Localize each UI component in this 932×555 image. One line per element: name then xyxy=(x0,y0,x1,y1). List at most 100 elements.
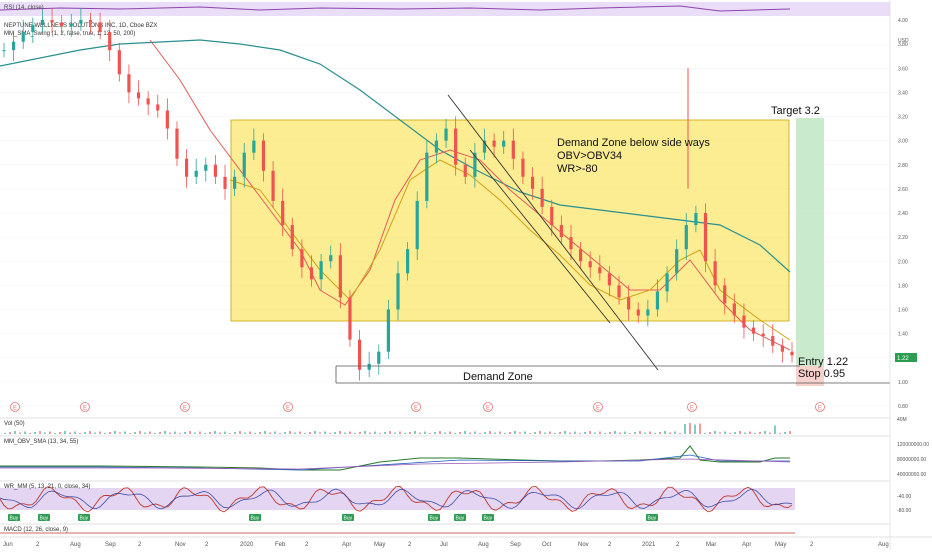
volume-bar xyxy=(499,431,501,434)
volume-bar xyxy=(204,433,206,434)
volume-bar xyxy=(659,432,661,434)
volume-bar xyxy=(464,431,466,434)
price-tick-label: 2.00 xyxy=(898,259,908,265)
volume-bar xyxy=(209,432,211,434)
candle-body xyxy=(521,158,525,177)
candle-body xyxy=(550,206,554,226)
candle-body xyxy=(646,309,650,316)
volume-bar xyxy=(229,433,231,434)
candle-body xyxy=(588,261,592,268)
volume-bar xyxy=(789,431,791,434)
candle-body xyxy=(12,41,16,51)
candle-body xyxy=(540,188,544,207)
candle-body xyxy=(636,309,640,316)
candle-body xyxy=(406,249,410,274)
volume-bar xyxy=(69,432,71,434)
price-tick-label: 3.60 xyxy=(898,66,908,72)
buy-marker-label: Buy xyxy=(430,516,439,522)
candle-body xyxy=(454,128,458,165)
volume-bar xyxy=(734,432,736,434)
volume-bar xyxy=(124,431,126,434)
volume-bar xyxy=(489,431,491,434)
volume-bar xyxy=(579,433,581,434)
candle-body xyxy=(156,104,160,111)
volume-bar xyxy=(784,432,786,434)
volume-bar xyxy=(294,432,296,434)
candle-body xyxy=(790,351,794,356)
currency-label: USD xyxy=(898,38,909,44)
candle-body xyxy=(502,140,506,147)
candle-body xyxy=(290,225,294,250)
candle-body xyxy=(713,261,717,286)
volume-bar xyxy=(364,431,366,434)
candle-body xyxy=(761,333,765,337)
candle-body xyxy=(655,291,660,310)
volume-bar xyxy=(344,432,346,434)
volume-bar xyxy=(304,433,306,434)
volume-bar xyxy=(29,433,31,434)
volume-bar xyxy=(4,433,6,434)
volume-bar xyxy=(554,433,556,434)
volume-bar xyxy=(199,431,201,434)
obv-tick-3: 40000000.00 xyxy=(897,472,926,478)
candle-body xyxy=(2,50,6,52)
candle-body xyxy=(281,200,285,226)
candle-body xyxy=(607,273,612,286)
candle-body xyxy=(627,297,631,310)
volume-bar xyxy=(549,431,551,434)
candle-body xyxy=(377,351,381,364)
vol-label: Vol (50) xyxy=(4,421,25,427)
time-tick-label: Sep xyxy=(105,542,116,548)
volume-bar xyxy=(689,423,691,434)
volume-bar xyxy=(134,432,136,434)
zone-text-line2: OBV>OBV34 xyxy=(557,150,622,162)
volume-bar xyxy=(769,432,771,434)
candle-body xyxy=(136,92,141,99)
candle-body xyxy=(530,176,535,189)
time-tick-label: 2021 xyxy=(642,542,656,548)
rsi-label: RSI (14, close) xyxy=(4,5,44,11)
candle-body xyxy=(396,273,400,310)
volume-bar xyxy=(629,433,631,434)
volume-bar xyxy=(249,431,251,434)
candle-body xyxy=(444,128,448,141)
candle-body xyxy=(21,32,25,42)
candle-body xyxy=(271,170,275,201)
volume-bar xyxy=(334,432,336,434)
volume-bar xyxy=(234,432,236,434)
volume-bar xyxy=(94,432,96,434)
volume-bar xyxy=(709,432,711,434)
candle-body xyxy=(425,152,429,201)
volume-bar xyxy=(444,432,446,434)
earnings-marker-label: E xyxy=(83,406,87,412)
volume-bar xyxy=(34,432,36,434)
candle-body xyxy=(434,140,439,153)
volume-bar xyxy=(469,432,471,434)
volume-bar xyxy=(639,431,641,434)
volume-bar xyxy=(759,432,761,434)
volume-bar xyxy=(79,433,81,434)
candle-body xyxy=(367,363,371,370)
volume-bar xyxy=(279,433,281,434)
candle-body xyxy=(31,24,35,33)
volume-bar xyxy=(49,431,51,434)
volume-bar xyxy=(514,431,516,434)
volume-bar xyxy=(534,432,536,434)
volume-bar xyxy=(704,433,706,434)
volume-bar xyxy=(429,433,431,434)
volume-bar xyxy=(744,432,746,434)
volume-bar xyxy=(719,432,721,434)
price-tick-label: 3.20 xyxy=(898,115,908,121)
candle-body xyxy=(617,285,621,298)
obv-tick-1: 120000000.00 xyxy=(897,442,929,448)
volume-bar xyxy=(74,431,76,434)
volume-bar xyxy=(404,433,406,434)
volume-bar xyxy=(419,432,421,434)
entry-label: Entry 1.22 xyxy=(798,356,848,368)
volume-bar xyxy=(754,433,756,434)
volume-bar xyxy=(379,433,381,434)
volume-bar xyxy=(109,432,111,434)
volume-bar xyxy=(19,432,21,434)
volume-bar xyxy=(89,431,91,434)
volume-bar xyxy=(154,433,156,434)
